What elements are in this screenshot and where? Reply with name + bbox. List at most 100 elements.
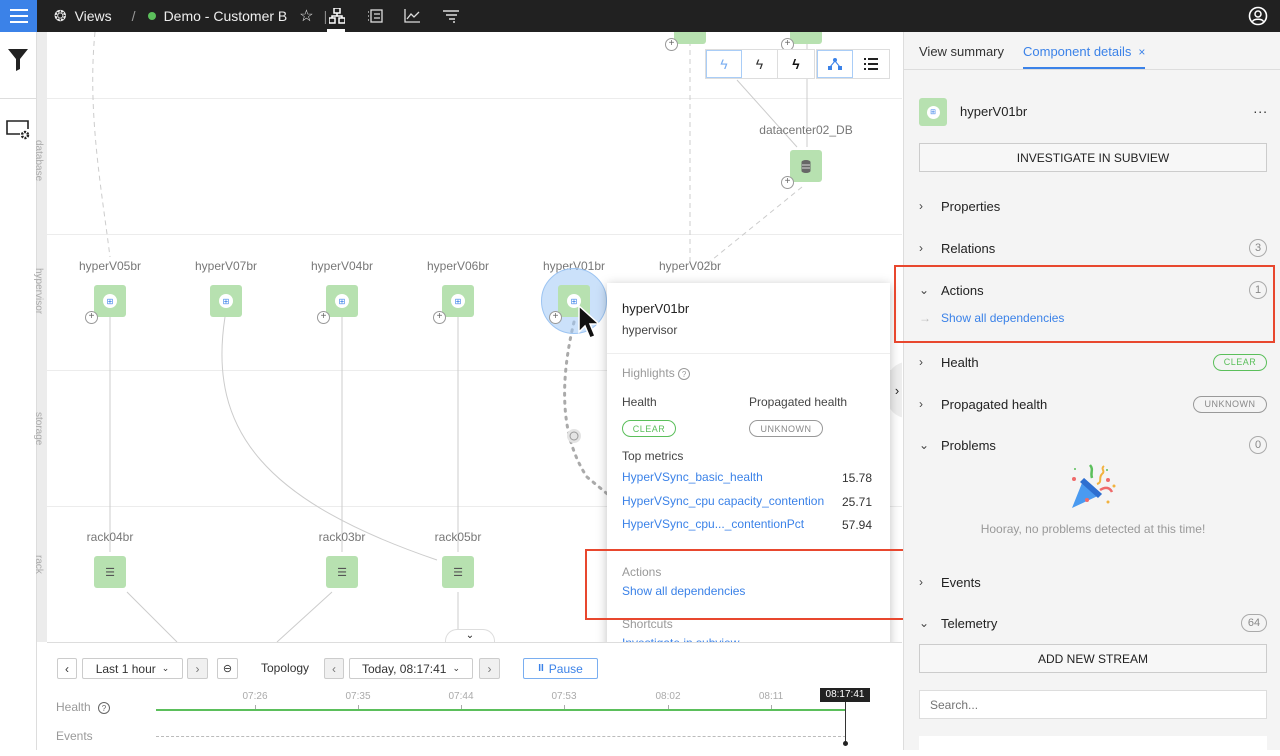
node-top-2[interactable]: +	[781, 32, 822, 51]
views-icon: ❂	[54, 8, 67, 25]
expand-icon[interactable]: +	[317, 311, 330, 324]
metric-link[interactable]: HyperVSync_cpu capacity_contention	[622, 494, 824, 508]
time-prev-button[interactable]: ‹	[324, 658, 344, 679]
metric-link[interactable]: HyperVSync_basic_health	[622, 470, 763, 484]
list-layout-button[interactable]	[853, 50, 889, 78]
chart-view-button[interactable]	[401, 5, 423, 27]
expand-icon[interactable]: +	[85, 311, 98, 324]
propagated-health-label: Propagated health	[749, 395, 848, 409]
health-badge: CLEAR	[1213, 353, 1267, 371]
node-hyperv07br[interactable]: ⊞	[210, 285, 242, 317]
propagated-health-badge: UNKNOWN	[749, 420, 823, 437]
pause-button[interactable]: II Pause	[523, 658, 598, 679]
time-next-button[interactable]: ›	[479, 658, 500, 679]
metric-value: 57.94	[842, 518, 873, 532]
database-icon	[801, 159, 811, 173]
hamburger-icon	[9, 9, 28, 23]
expand-icon[interactable]: +	[665, 38, 678, 51]
time-tick: 07:26	[242, 691, 268, 702]
more-options-button[interactable]: ...	[1253, 100, 1268, 116]
metric-value: 15.78	[842, 471, 873, 485]
section-telemetry[interactable]: ⌄ Telemetry 64	[919, 612, 1267, 634]
range-dropdown[interactable]: Last 1 hour ⌄	[82, 658, 183, 679]
topology-layout-button[interactable]	[817, 50, 853, 78]
section-problems[interactable]: ⌄ Problems 0	[919, 434, 1267, 456]
section-propagated-health[interactable]: › Propagated health UNKNOWN	[919, 393, 1267, 415]
telemetry-list	[919, 736, 1267, 756]
investigate-in-subview-button[interactable]: INVESTIGATE IN SUBVIEW	[919, 143, 1267, 172]
metric-link[interactable]: HyperVSync_cpu..._contentionPct	[622, 517, 804, 531]
add-new-stream-button[interactable]: ADD NEW STREAM	[919, 644, 1267, 673]
propagation-heavy-button[interactable]: ϟ	[778, 50, 814, 78]
chevron-down-icon: ⌄	[452, 663, 461, 673]
filter-button[interactable]	[8, 49, 28, 76]
time-dropdown[interactable]: Today, 08:17:41 ⌄	[349, 658, 473, 679]
no-problems-message: Hooray, no problems detected at this tim…	[980, 522, 1206, 536]
lane-label-rack: rack	[33, 555, 44, 574]
section-events[interactable]: › Events	[919, 571, 1267, 593]
node-hyperv04br[interactable]: ⊞ +	[317, 285, 358, 324]
time-tick: 07:53	[551, 691, 577, 702]
propagation-light-button[interactable]: ϟ	[706, 50, 742, 78]
expand-icon[interactable]: +	[433, 311, 446, 324]
section-relations[interactable]: › Relations 3	[919, 237, 1267, 259]
node-rack05br[interactable]: ☰	[442, 556, 474, 588]
expand-icon[interactable]: +	[549, 311, 562, 324]
highlight-box	[894, 265, 1275, 343]
edge	[221, 316, 438, 561]
problems-count: 0	[1249, 436, 1267, 454]
range-next-button[interactable]: ›	[187, 658, 208, 679]
node-rack03br[interactable]: ☰	[326, 556, 358, 588]
component-hover-card: hyperV01br hypervisor Highlights ? Healt…	[607, 283, 890, 690]
section-health[interactable]: › Health CLEAR	[919, 351, 1267, 373]
tab-view-summary[interactable]: View summary	[919, 44, 1004, 59]
list-view-icon	[368, 9, 383, 23]
node-label: hyperV05br	[78, 259, 142, 273]
windows-icon: ⊞	[335, 294, 349, 308]
node-hyperv05br[interactable]: ⊞ +	[85, 285, 126, 324]
lightning-icon: ϟ	[792, 56, 800, 72]
view-name[interactable]: Demo - Customer B	[164, 8, 288, 24]
node-hyperv06br[interactable]: ⊞ +	[433, 285, 474, 324]
help-icon[interactable]: ?	[98, 702, 111, 714]
telemetry-search-input[interactable]	[919, 690, 1267, 719]
tab-component-details[interactable]: Component details ×	[1023, 44, 1145, 59]
propagation-medium-button[interactable]: ϟ	[742, 50, 778, 78]
node-datacenter02-db[interactable]: +	[781, 150, 822, 189]
timeline-bar: ‹ Last 1 hour ⌄ › ⊖ Topology ‹ Today, 08:…	[47, 642, 902, 750]
zoom-out-button[interactable]: ⊖	[217, 658, 238, 679]
expand-icon[interactable]: +	[781, 176, 794, 189]
view-settings-button[interactable]	[6, 120, 30, 145]
help-icon[interactable]: ?	[678, 368, 691, 380]
collapse-timeline-button[interactable]: ⌄	[445, 629, 495, 642]
topology-view-button[interactable]	[326, 5, 348, 32]
node-label: hyperV02br	[658, 259, 722, 273]
chevron-right-icon: ›	[919, 241, 923, 255]
chart-icon	[404, 9, 420, 23]
user-icon	[1248, 6, 1268, 26]
list-view-button[interactable]	[364, 5, 386, 27]
current-time-handle[interactable]	[843, 741, 848, 746]
node-top-1[interactable]: +	[665, 32, 706, 51]
close-icon[interactable]: ×	[1138, 45, 1145, 59]
lane-label-storage: storage	[33, 412, 44, 446]
menu-button[interactable]	[0, 0, 37, 32]
section-properties[interactable]: › Properties	[919, 195, 1267, 217]
node-rack04br[interactable]: ☰	[94, 556, 126, 588]
zoom-out-icon: ⊖	[222, 663, 233, 675]
time-tick: 07:35	[345, 691, 371, 702]
events-view-button[interactable]	[440, 5, 462, 27]
pause-icon: II	[538, 663, 544, 674]
mouse-cursor-icon	[578, 305, 601, 339]
breadcrumb-views[interactable]: Views	[75, 8, 112, 24]
rack-icon: ☰	[105, 566, 115, 579]
range-prev-button[interactable]: ‹	[57, 658, 77, 679]
rack-icon: ☰	[453, 566, 463, 579]
highlight-box	[585, 549, 907, 620]
star-icon[interactable]: ☆	[299, 6, 313, 26]
breadcrumb: ❂ Views / Demo - Customer B ☆ |	[54, 0, 335, 32]
health-track-line	[156, 709, 846, 711]
chevron-down-icon: ⌄	[161, 663, 170, 673]
card-title: hyperV01br	[622, 301, 690, 316]
user-account-button[interactable]	[1248, 6, 1268, 26]
